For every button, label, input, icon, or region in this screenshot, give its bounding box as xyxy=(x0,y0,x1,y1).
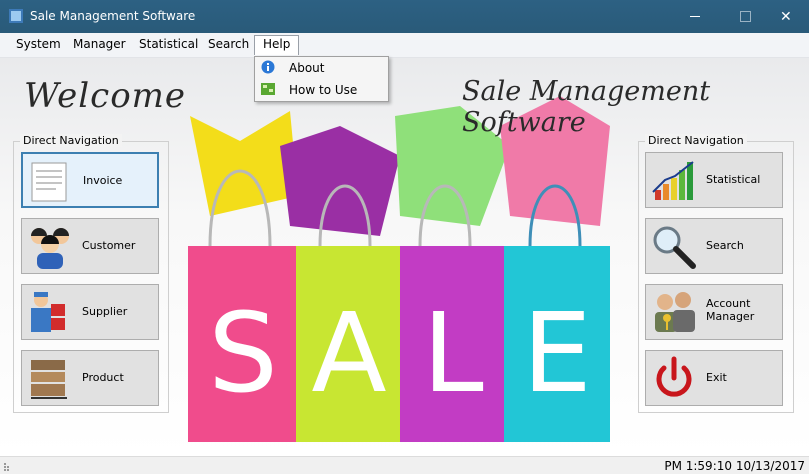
about-label: About xyxy=(289,61,325,75)
product-label: Product xyxy=(82,371,124,384)
sale-bags-illustration: S A L E xyxy=(188,96,610,442)
yellow-tissue xyxy=(190,111,298,216)
customer-button[interactable]: Customer xyxy=(21,218,159,274)
menu-manager[interactable]: Manager xyxy=(73,37,126,55)
title-bar[interactable]: Sale Management Software ✕ xyxy=(0,0,809,33)
exit-label: Exit xyxy=(706,371,727,384)
left-nav-title: Direct Navigation xyxy=(20,134,122,147)
supplier-button[interactable]: Supplier xyxy=(21,284,159,340)
supplier-icon xyxy=(31,292,65,332)
close-button[interactable]: ✕ xyxy=(763,0,809,33)
menu-bar: System Manager Statistical Search Help xyxy=(0,33,809,58)
status-bar: PM 1:59:10 10/13/2017 xyxy=(0,456,809,474)
welcome-banner: Welcome xyxy=(24,76,187,116)
maximize-icon xyxy=(740,11,751,22)
status-datetime: PM 1:59:10 10/13/2017 xyxy=(664,459,805,473)
account-icon xyxy=(655,292,695,332)
window-title: Sale Management Software xyxy=(30,9,196,23)
brand-banner: Sale Management Software xyxy=(462,76,711,138)
product-button[interactable]: Product xyxy=(21,350,159,406)
help-dropdown-menu: About How to Use xyxy=(254,56,389,102)
menu-statistical[interactable]: Statistical xyxy=(139,37,198,55)
account-manager-label: Account Manager xyxy=(706,297,755,323)
right-nav-title: Direct Navigation xyxy=(645,134,747,147)
app-icon xyxy=(9,9,23,23)
power-icon xyxy=(656,356,692,397)
invoice-button[interactable]: Invoice xyxy=(21,152,159,208)
sale-letter-a: A xyxy=(311,289,386,417)
search-button[interactable]: Search xyxy=(645,218,783,274)
maximize-button xyxy=(722,0,768,33)
magnifier-icon xyxy=(653,226,696,269)
menu-item-how-to-use[interactable]: How to Use xyxy=(255,79,388,101)
howto-icon xyxy=(261,83,275,95)
minimize-button[interactable] xyxy=(672,0,718,33)
chart-icon xyxy=(652,161,694,200)
exit-button[interactable]: Exit xyxy=(645,350,783,406)
sale-letter-e: E xyxy=(522,289,592,417)
how-to-use-label: How to Use xyxy=(289,83,358,97)
search-label: Search xyxy=(706,239,744,252)
left-navigation-group: Direct Navigation Invoice Customer Suppl… xyxy=(13,134,169,413)
customer-icon xyxy=(31,228,69,269)
statistical-button[interactable]: Statistical xyxy=(645,152,783,208)
statistical-label: Statistical xyxy=(706,173,761,186)
close-icon: ✕ xyxy=(780,9,792,25)
customer-label: Customer xyxy=(82,239,136,252)
invoice-icon xyxy=(31,162,67,202)
resize-grip-icon[interactable] xyxy=(4,463,10,471)
menu-search[interactable]: Search xyxy=(208,37,249,55)
menu-help[interactable]: Help xyxy=(254,35,300,55)
invoice-label: Invoice xyxy=(83,174,123,187)
sale-letter-s: S xyxy=(208,289,278,417)
info-icon xyxy=(261,60,275,74)
app-window: Sale Management Software ✕ System Manage… xyxy=(0,0,809,474)
purple-tissue xyxy=(280,126,400,236)
supplier-label: Supplier xyxy=(82,305,128,318)
menu-system[interactable]: System xyxy=(16,37,61,55)
minimize-icon xyxy=(690,16,700,17)
sale-letter-l: L xyxy=(422,289,483,417)
right-navigation-group: Direct Navigation Statistical Search Acc… xyxy=(638,134,794,413)
account-manager-button[interactable]: Account Manager xyxy=(645,284,783,340)
menu-item-about[interactable]: About xyxy=(255,57,388,79)
product-icon xyxy=(31,360,67,399)
